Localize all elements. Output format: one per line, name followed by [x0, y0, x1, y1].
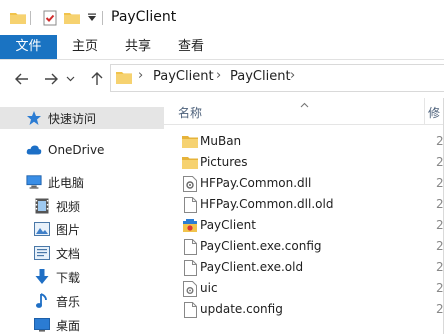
list-item[interactable]: MuBan 2 — [164, 131, 444, 152]
file-name: uic — [200, 281, 218, 295]
file-name: update.config — [200, 302, 283, 316]
column-header: 名称 修 — [164, 98, 444, 125]
computer-icon — [26, 174, 42, 190]
breadcrumb-item[interactable]: PayClient — [230, 69, 291, 84]
navigation-pane: 快速访问 OneDrive 此电脑 视频 图片 文档 下载 音乐 桌面 — [0, 98, 164, 334]
tab-file[interactable]: 文件 — [0, 35, 57, 59]
list-item[interactable]: PayClient.exe.old 2 — [164, 257, 444, 278]
star-icon — [26, 110, 42, 126]
tab-home[interactable]: 主页 — [57, 35, 113, 59]
file-icon — [182, 302, 198, 318]
cloud-icon — [26, 142, 42, 158]
sidebar-item-quick-access[interactable]: 快速访问 — [0, 107, 164, 129]
separator — [30, 11, 31, 25]
list-item[interactable]: PayClient 2 — [164, 215, 444, 236]
sidebar-item-label: 快速访问 — [48, 111, 97, 126]
list-item[interactable]: PayClient.exe.config 2 — [164, 236, 444, 257]
tab-view[interactable]: 查看 — [163, 35, 219, 59]
download-icon — [34, 269, 50, 285]
list-item[interactable]: Pictures 2 — [164, 152, 444, 173]
sidebar-item-label: 桌面 — [56, 318, 81, 333]
arrow-up-icon — [91, 72, 103, 85]
arrow-right-icon — [45, 73, 58, 85]
sidebar-item-desktop[interactable]: 桌面 — [0, 314, 164, 334]
settings-file-icon — [182, 281, 198, 297]
chevron-right-icon[interactable]: › — [216, 68, 221, 83]
address-bar[interactable]: › PayClient › PayClient › — [110, 64, 444, 92]
sidebar-item-this-pc[interactable]: 此电脑 — [0, 171, 164, 193]
explorer-window: PayClient 文件 主页 共享 查看 › PayClient › PayC… — [0, 0, 444, 334]
sidebar-item-documents[interactable]: 文档 — [0, 242, 164, 264]
sidebar-item-onedrive[interactable]: OneDrive — [0, 139, 164, 161]
folder-icon — [116, 69, 132, 88]
separator — [102, 11, 103, 25]
sidebar-item-label: 文档 — [56, 246, 81, 261]
sidebar-item-downloads[interactable]: 下载 — [0, 266, 164, 288]
file-icon — [182, 239, 198, 255]
sidebar-item-label: 图片 — [56, 222, 81, 237]
folder-icon — [10, 10, 26, 26]
title-bar: PayClient — [0, 0, 444, 35]
file-name: HFPay.Common.dll.old — [200, 197, 334, 211]
file-icon — [182, 260, 198, 276]
sidebar-item-videos[interactable]: 视频 — [0, 195, 164, 217]
sidebar-item-pictures[interactable]: 图片 — [0, 218, 164, 240]
chevron-right-icon[interactable]: › — [138, 68, 143, 83]
folder-icon — [182, 134, 198, 150]
video-icon — [34, 198, 50, 214]
sidebar-item-label: 下载 — [56, 270, 81, 285]
sidebar-item-label: 音乐 — [56, 294, 81, 309]
dll-icon — [182, 176, 198, 192]
folder-icon — [182, 155, 198, 171]
properties-icon[interactable] — [42, 10, 58, 26]
sidebar-item-label: 视频 — [56, 199, 81, 214]
tab-share[interactable]: 共享 — [113, 35, 163, 59]
file-name: Pictures — [200, 155, 248, 169]
new-folder-icon[interactable] — [64, 10, 80, 26]
sidebar-item-label: 此电脑 — [48, 175, 85, 190]
column-name-header[interactable]: 名称 — [178, 104, 202, 121]
window-title: PayClient — [111, 9, 177, 25]
file-icon — [182, 197, 198, 213]
file-name: MuBan — [200, 134, 242, 148]
chevron-right-icon[interactable]: › — [290, 68, 295, 83]
forward-button[interactable] — [42, 70, 60, 88]
file-name: HFPay.Common.dll — [200, 176, 312, 190]
list-item[interactable]: HFPay.Common.dll 2 — [164, 173, 444, 194]
sort-ascending-icon — [300, 100, 309, 111]
documents-icon — [34, 245, 50, 261]
column-date-header[interactable]: 修 — [428, 104, 440, 121]
pictures-icon — [34, 221, 50, 237]
file-name: PayClient.exe.old — [200, 260, 304, 274]
ribbon-tabs: 文件 主页 共享 查看 — [0, 35, 444, 60]
list-item[interactable]: uic 2 — [164, 278, 444, 299]
file-name: PayClient — [200, 218, 256, 232]
customize-toolbar-icon[interactable] — [86, 10, 98, 26]
sidebar-item-music[interactable]: 音乐 — [0, 290, 164, 312]
list-item[interactable]: update.config 2 — [164, 299, 444, 320]
file-list: 名称 修 MuBan 2 Pictures 2 HFPay.Common.dll… — [164, 98, 444, 334]
chevron-down-icon — [66, 76, 74, 82]
list-item[interactable]: HFPay.Common.dll.old 2 — [164, 194, 444, 215]
column-divider[interactable] — [424, 98, 425, 124]
up-button[interactable] — [88, 70, 106, 88]
sidebar-item-label: OneDrive — [48, 143, 105, 157]
breadcrumb-item[interactable]: PayClient — [153, 69, 214, 84]
arrow-left-icon — [15, 73, 28, 85]
application-icon — [182, 218, 198, 234]
music-icon — [34, 293, 50, 309]
desktop-icon — [34, 317, 50, 333]
file-name: PayClient.exe.config — [200, 239, 322, 253]
back-button[interactable] — [13, 70, 31, 88]
recent-locations-button[interactable] — [64, 70, 76, 88]
